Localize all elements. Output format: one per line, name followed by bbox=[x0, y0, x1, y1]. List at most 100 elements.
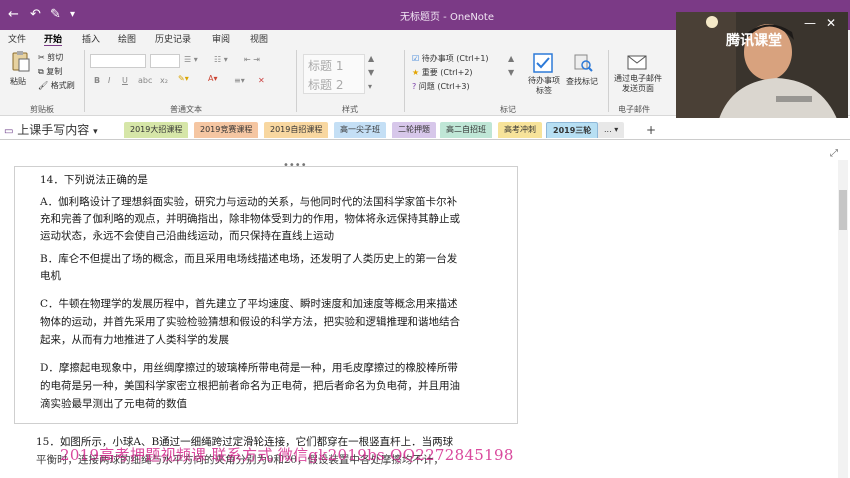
tags-scroll-down-icon[interactable]: ▼ bbox=[508, 68, 514, 77]
cut-button[interactable]: ✂ 剪切 bbox=[38, 52, 63, 63]
underline-button[interactable]: U bbox=[122, 76, 128, 85]
strikethrough-icon[interactable]: abc bbox=[138, 76, 152, 85]
styles-group-label: 样式 bbox=[342, 105, 358, 114]
email-page-button[interactable]: 通过电子邮件发送页面 bbox=[614, 74, 662, 94]
todo-tag-button[interactable]: 待办事项标签 bbox=[526, 76, 562, 96]
star-icon: ★ bbox=[412, 68, 420, 77]
format-painter-label: 格式刷 bbox=[50, 81, 75, 90]
option-d-line: D．摩擦起电现象中，用丝绸摩擦过的玻璃棒所带电荷是一种，用毛皮摩擦过的橡胶棒所带 bbox=[40, 362, 458, 374]
text-group-label: 普通文本 bbox=[170, 105, 202, 114]
tag-question[interactable]: ? 问题 (Ctrl+3) bbox=[412, 81, 470, 92]
question-14-title: 14．下列说法正确的是 bbox=[40, 174, 148, 186]
expand-icon[interactable]: ⤢ bbox=[830, 148, 838, 159]
tag-important-label: 重要 (Ctrl+2) bbox=[421, 68, 473, 77]
numbering-icon[interactable]: ☷ ▾ bbox=[214, 55, 228, 64]
chevron-down-icon: ▾ bbox=[93, 127, 98, 137]
option-a-line: 运动状态，永远不会使自己沿曲线运动，而只保持在直线上运动 bbox=[40, 230, 334, 242]
notebook-icon: ▭ bbox=[4, 126, 14, 137]
styles-more-icon[interactable]: ▾ bbox=[368, 82, 372, 91]
subscript-icon[interactable]: x₂ bbox=[160, 76, 168, 85]
touch-mode-icon[interactable]: ✎ bbox=[50, 7, 61, 22]
divider bbox=[84, 50, 85, 112]
tab-home[interactable]: 开始 bbox=[44, 32, 63, 47]
find-tags-icon[interactable] bbox=[572, 52, 594, 72]
tags-scroll-up-icon[interactable]: ▲ bbox=[508, 54, 514, 63]
notebook-name: 上课手写内容 bbox=[17, 123, 90, 137]
email-icon[interactable] bbox=[626, 52, 648, 72]
tag-question-label: 问题 (Ctrl+3) bbox=[418, 82, 470, 91]
clipboard-group-label: 剪贴板 bbox=[30, 105, 54, 114]
tab-insert[interactable]: 插入 bbox=[82, 32, 100, 45]
webcam-brand-watermark: 腾讯课堂 bbox=[726, 33, 782, 49]
undo-icon[interactable]: ↶ bbox=[30, 7, 41, 22]
align-icon[interactable]: ≡▾ bbox=[234, 76, 245, 85]
back-icon[interactable]: ← bbox=[8, 7, 19, 22]
vertical-scrollbar[interactable] bbox=[838, 160, 848, 478]
section-tab[interactable]: 2019大招课程 bbox=[124, 122, 189, 138]
todo-tag-icon[interactable] bbox=[532, 52, 554, 73]
style-heading-2[interactable]: 标题 2 bbox=[308, 76, 360, 93]
minimize-icon[interactable]: — bbox=[804, 16, 816, 30]
section-tab-active[interactable]: 2019三轮 bbox=[546, 122, 599, 138]
font-color-icon[interactable]: A▾ bbox=[208, 74, 218, 83]
customize-quick-access-icon[interactable]: ▾ bbox=[70, 9, 75, 20]
copy-button[interactable]: ⧉ 复制 bbox=[38, 66, 62, 77]
section-overflow-label: ... bbox=[604, 125, 612, 134]
cut-label: 剪切 bbox=[47, 53, 64, 62]
font-size-select[interactable] bbox=[150, 54, 180, 68]
add-section-button[interactable]: + bbox=[646, 123, 656, 137]
email-group-label: 电子邮件 bbox=[618, 105, 650, 114]
section-tab[interactable]: 2019竞赛课程 bbox=[194, 122, 259, 138]
close-icon[interactable]: ✕ bbox=[826, 16, 836, 30]
paste-button[interactable]: 粘贴 bbox=[10, 76, 26, 87]
styles-scroll-up-icon[interactable]: ▲ bbox=[368, 54, 374, 63]
chevron-down-icon: ▾ bbox=[614, 125, 619, 134]
highlight-icon[interactable]: ✎▾ bbox=[178, 74, 189, 83]
divider bbox=[296, 50, 297, 112]
font-family-select[interactable] bbox=[90, 54, 146, 68]
option-d-line: 的电荷是另一种，美国科学家密立根把前者命名为正电荷，把后者命名为负电荷，并且用油 bbox=[40, 380, 460, 392]
section-tab[interactable]: 高考冲刺 bbox=[498, 122, 542, 138]
option-a-line: 充和完善了伽利略的观点，并明确指出，除非物体受到力的作用，物体将永远保持其静止或 bbox=[40, 213, 460, 225]
style-heading-1[interactable]: 标题 1 bbox=[308, 57, 360, 74]
section-tab[interactable]: 二轮押题 bbox=[392, 122, 436, 138]
option-d-line: 滴实验最早测出了元电荷的数值 bbox=[40, 398, 187, 410]
option-c-line: 物体的运动，并首先采用了实验检验猜想和假设的科学方法，把实验和逻辑推理和谐地结合 bbox=[40, 316, 460, 328]
notebook-selector[interactable]: ▭ 上课手写内容 ▾ bbox=[4, 121, 98, 138]
option-c-line: 起来，从而有力地推进了人类科学的发展 bbox=[40, 334, 229, 346]
webcam-overlay: 腾讯课堂 ✕ — bbox=[676, 12, 848, 130]
section-tab[interactable]: 高二自招班 bbox=[440, 122, 492, 138]
tab-draw[interactable]: 绘图 bbox=[118, 32, 136, 45]
divider bbox=[404, 50, 405, 112]
styles-scroll-down-icon[interactable]: ▼ bbox=[368, 68, 374, 77]
tab-history[interactable]: 历史记录 bbox=[155, 32, 191, 45]
option-b-line: 电机 bbox=[40, 270, 61, 282]
indent-icon[interactable]: ⇤ ⇥ bbox=[244, 55, 260, 64]
section-tab[interactable]: 高一尖子班 bbox=[334, 122, 386, 138]
section-overflow-button[interactable]: ... ▾ bbox=[598, 122, 625, 138]
tab-view[interactable]: 视图 bbox=[250, 32, 268, 45]
section-bar: ▭ 上课手写内容 ▾ 2019大招课程 2019竞赛课程 2019自招课程 高一… bbox=[0, 118, 850, 140]
tab-file[interactable]: 文件 bbox=[8, 32, 26, 45]
tab-review[interactable]: 审阅 bbox=[212, 32, 230, 45]
styles-gallery[interactable]: 标题 1 标题 2 bbox=[303, 54, 365, 94]
scrollbar-thumb[interactable] bbox=[839, 190, 847, 230]
checkbox-icon: ☑ bbox=[412, 54, 420, 63]
italic-button[interactable]: I bbox=[108, 76, 110, 85]
format-painter-button[interactable]: 🖌 格式刷 bbox=[38, 80, 75, 91]
bold-button[interactable]: B bbox=[94, 76, 100, 85]
tag-todo[interactable]: ☑ 待办事项 (Ctrl+1) bbox=[412, 53, 489, 64]
option-a-line: A．伽利略设计了理想斜面实验，研究力与运动的关系，与他同时代的法国科学家笛卡尔补 bbox=[40, 196, 458, 208]
bullets-icon[interactable]: ☰ ▾ bbox=[184, 55, 198, 64]
find-tags-button[interactable]: 查找标记 bbox=[566, 76, 598, 87]
window-title: 无标题页 - OneNote bbox=[400, 12, 494, 23]
divider bbox=[608, 50, 609, 112]
contact-watermark: 2019高考押题视频课 联系方式 微信gk2019bs QQ2272845198 bbox=[60, 446, 514, 464]
option-c-line: C．牛顿在物理学的发展历程中，首先建立了平均速度、瞬时速度和加速度等概念用来描述 bbox=[40, 298, 458, 310]
clear-format-icon[interactable]: ✕ bbox=[258, 76, 265, 85]
section-tab[interactable]: 2019自招课程 bbox=[264, 122, 329, 138]
paste-icon[interactable] bbox=[10, 50, 32, 72]
copy-label: 复制 bbox=[46, 67, 63, 76]
tag-important[interactable]: ★ 重要 (Ctrl+2) bbox=[412, 67, 473, 78]
option-b-line: B．库仑不但提出了场的概念，而且采用电场线描述电场，还发明了人类历史上的第一台发 bbox=[40, 253, 458, 265]
